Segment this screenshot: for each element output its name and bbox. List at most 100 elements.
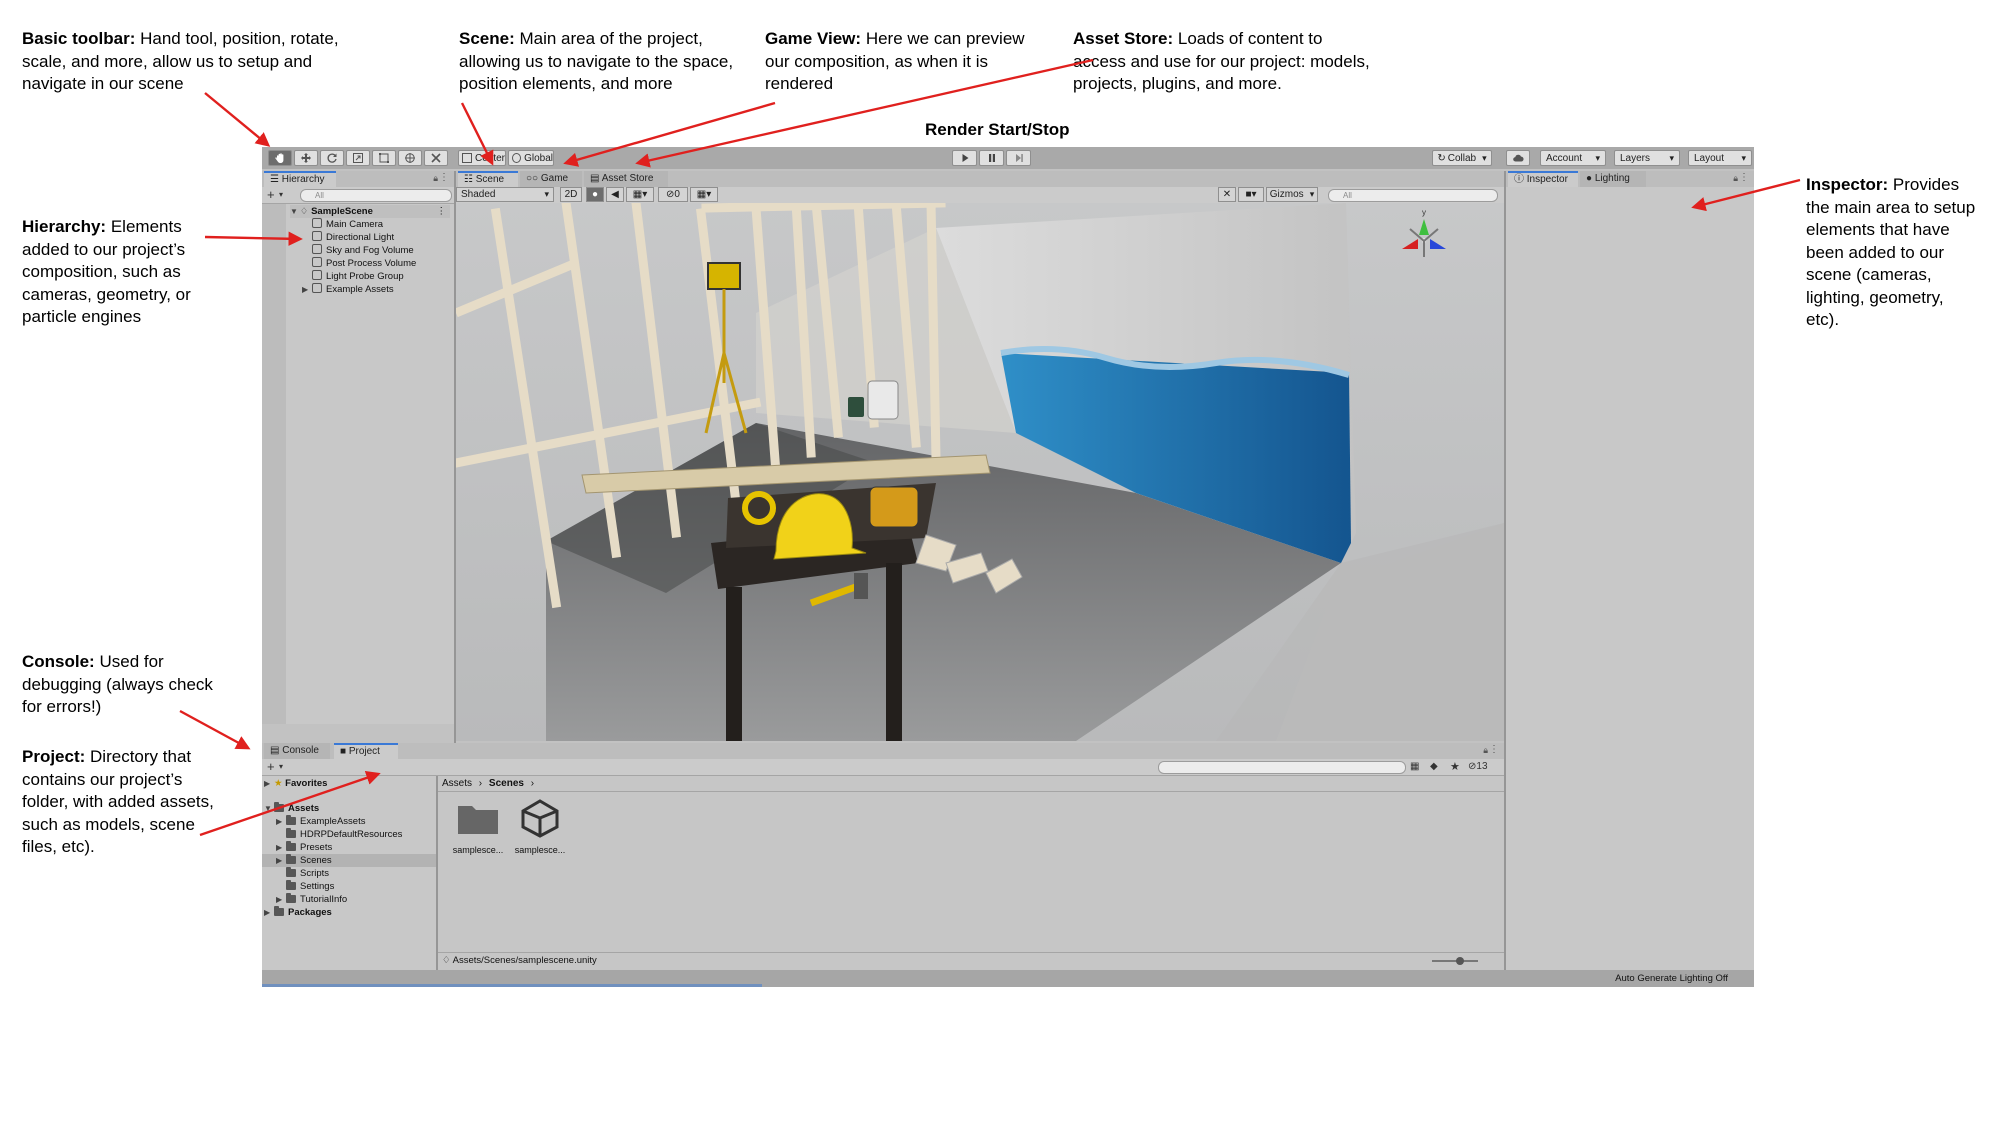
move-icon[interactable] bbox=[294, 150, 318, 166]
layout-dropdown[interactable]: Layout bbox=[1688, 150, 1752, 166]
hidden-packages-toggle[interactable]: ⊘13 bbox=[1468, 761, 1488, 772]
auto-lighting-status[interactable]: Auto Generate Lighting Off bbox=[1615, 973, 1728, 984]
project-folder-item[interactable]: HDRPDefaultResources bbox=[286, 828, 402, 841]
hierarchy-toolbar: + ▾ All bbox=[262, 187, 454, 204]
hierarchy-item[interactable]: Sky and Fog Volume bbox=[312, 244, 414, 257]
expand-icon[interactable]: ▶ bbox=[276, 841, 286, 854]
effects-toggle-icon[interactable]: ▦▾ bbox=[626, 187, 654, 202]
hierarchy-panel: ▼ ♢ SampleScene ⋮ Main Camera Directional … bbox=[262, 204, 454, 724]
scene-icon: ☷ bbox=[464, 174, 476, 185]
gameobject-icon bbox=[312, 218, 322, 228]
kebab-menu-icon[interactable]: ⋮ bbox=[437, 205, 447, 218]
hierarchy-search-input[interactable]: All bbox=[300, 189, 452, 202]
scene-tabbar: ☷ Scene ○○ Game ▤ Asset Store bbox=[456, 171, 1504, 187]
icon-size-slider[interactable] bbox=[1432, 957, 1478, 965]
expand-icon[interactable]: ▶ bbox=[276, 893, 286, 906]
eye-off-icon: ⊘ bbox=[666, 189, 675, 200]
expand-icon[interactable]: ▶ bbox=[264, 906, 274, 919]
kebab-menu-icon[interactable]: ⋮ bbox=[439, 172, 449, 183]
gizmos-dropdown[interactable]: Gizmos bbox=[1266, 187, 1318, 202]
tab-lighting[interactable]: ● Lighting bbox=[1580, 171, 1646, 187]
expand-icon[interactable]: ▶ bbox=[276, 854, 286, 867]
scale-icon[interactable] bbox=[346, 150, 370, 166]
lighting-toggle-icon[interactable]: ● bbox=[586, 187, 604, 202]
tab-asset-store[interactable]: ▤ Asset Store bbox=[584, 171, 668, 187]
tab-console[interactable]: ▤ Console bbox=[264, 743, 330, 759]
gamepad-icon: ○○ bbox=[526, 173, 541, 184]
grid-toggle-icon[interactable]: ▦▾ bbox=[690, 187, 718, 202]
project-folder-item-selected[interactable]: ▶ Scenes bbox=[262, 854, 436, 867]
account-dropdown[interactable]: Account bbox=[1540, 150, 1606, 166]
favorites-item[interactable]: ▶ ★ Favorites bbox=[264, 777, 327, 790]
slider-thumb[interactable] bbox=[1456, 957, 1464, 965]
lock-icon[interactable]: 🔒︎ bbox=[1483, 745, 1488, 756]
lock-icon[interactable]: 🔒︎ bbox=[1733, 173, 1738, 184]
project-tree: ▶ ★ Favorites ▼ Assets ▶ ExampleAssets HDRP… bbox=[262, 776, 436, 970]
expand-icon[interactable]: ▶ bbox=[264, 777, 274, 790]
pivot-center-button[interactable]: Center bbox=[458, 150, 506, 166]
tab-hierarchy[interactable]: ☰ Hierarchy bbox=[264, 171, 336, 187]
hierarchy-item[interactable]: ▶ Example Assets bbox=[302, 283, 394, 296]
pivot-global-button[interactable]: Global bbox=[508, 150, 554, 166]
layers-dropdown[interactable]: Layers bbox=[1614, 150, 1680, 166]
store-icon: ▤ bbox=[590, 173, 602, 184]
tab-scene[interactable]: ☷ Scene bbox=[458, 171, 518, 187]
rect-icon[interactable] bbox=[372, 150, 396, 166]
transform-icon[interactable] bbox=[398, 150, 422, 166]
inspector-panel bbox=[1506, 187, 1754, 970]
assets-root-item[interactable]: ▼ Assets bbox=[264, 802, 319, 815]
packages-root-item[interactable]: ▶ Packages bbox=[264, 906, 332, 919]
project-folder-item[interactable]: Settings bbox=[286, 880, 334, 893]
hierarchy-item[interactable]: Main Camera bbox=[312, 218, 383, 231]
rotate-icon[interactable] bbox=[320, 150, 344, 166]
asset-tile-folder[interactable]: samplesce... bbox=[450, 800, 506, 860]
project-folder-item[interactable]: Scripts bbox=[286, 867, 329, 880]
step-button[interactable] bbox=[1006, 150, 1031, 166]
chevron-down-icon[interactable]: ▾ bbox=[279, 762, 283, 771]
lock-icon[interactable]: 🔒︎ bbox=[433, 173, 438, 184]
collab-dropdown[interactable]: ↻ Collab bbox=[1432, 150, 1492, 166]
inspector-tabbar: ⓘ Inspector ● Lighting 🔒︎ ⋮ bbox=[1506, 171, 1754, 187]
pause-button[interactable] bbox=[979, 150, 1004, 166]
hierarchy-scene-root[interactable]: ▼ ♢ SampleScene ⋮ bbox=[290, 205, 450, 218]
tools-icon[interactable]: ✕ bbox=[1218, 187, 1236, 202]
play-button[interactable] bbox=[952, 150, 977, 166]
expand-icon[interactable]: ▶ bbox=[302, 283, 312, 296]
scene-viewport[interactable]: y bbox=[456, 203, 1504, 741]
star-icon[interactable]: ★ bbox=[1450, 760, 1460, 773]
tab-project[interactable]: ■ Project bbox=[334, 743, 398, 759]
expand-icon[interactable]: ▼ bbox=[264, 802, 274, 815]
toggle-2d-button[interactable]: 2D bbox=[560, 187, 582, 202]
tab-game[interactable]: ○○ Game bbox=[520, 171, 582, 187]
project-folder-item[interactable]: ▶ TutorialInfo bbox=[276, 893, 347, 906]
camera-icon[interactable]: ■▾ bbox=[1238, 187, 1264, 202]
breadcrumb-scenes[interactable]: Scenes bbox=[489, 778, 524, 789]
audio-toggle-icon[interactable]: ◀ bbox=[606, 187, 624, 202]
chevron-down-icon[interactable]: ▾ bbox=[279, 190, 283, 199]
breadcrumb-assets[interactable]: Assets bbox=[442, 778, 472, 789]
annotation-scene: Scene: Main area of the project, allowin… bbox=[459, 29, 734, 93]
kebab-menu-icon[interactable]: ⋮ bbox=[1489, 744, 1499, 755]
custom-tool-icon[interactable] bbox=[424, 150, 448, 166]
project-folder-item[interactable]: ▶ ExampleAssets bbox=[276, 815, 365, 828]
hierarchy-item[interactable]: Directional Light bbox=[312, 231, 394, 244]
hidden-objects-toggle[interactable]: ⊘ 0 bbox=[658, 187, 688, 202]
add-icon[interactable]: + bbox=[267, 759, 275, 774]
expand-icon[interactable]: ▶ bbox=[276, 815, 286, 828]
hand-icon[interactable] bbox=[268, 150, 292, 166]
label-tag-icon[interactable]: ◆ bbox=[1430, 761, 1438, 772]
shading-mode-dropdown[interactable]: Shaded bbox=[456, 187, 554, 202]
filter-type-icon[interactable]: ▦ bbox=[1410, 761, 1419, 772]
tab-inspector[interactable]: ⓘ Inspector bbox=[1508, 171, 1578, 187]
project-content: Assets › Scenes › samplesce... samplesce… bbox=[438, 776, 1504, 970]
expand-icon[interactable]: ▼ bbox=[290, 205, 300, 218]
kebab-menu-icon[interactable]: ⋮ bbox=[1739, 172, 1749, 183]
hierarchy-item[interactable]: Post Process Volume bbox=[312, 257, 416, 270]
hierarchy-item[interactable]: Light Probe Group bbox=[312, 270, 404, 283]
project-search-input[interactable] bbox=[1158, 761, 1406, 774]
cloud-button[interactable] bbox=[1506, 150, 1530, 166]
scene-search-input[interactable]: All bbox=[1328, 189, 1498, 202]
asset-tile-scene[interactable]: samplesce... bbox=[512, 798, 568, 860]
project-folder-item[interactable]: ▶ Presets bbox=[276, 841, 332, 854]
add-icon[interactable]: + bbox=[267, 187, 275, 202]
